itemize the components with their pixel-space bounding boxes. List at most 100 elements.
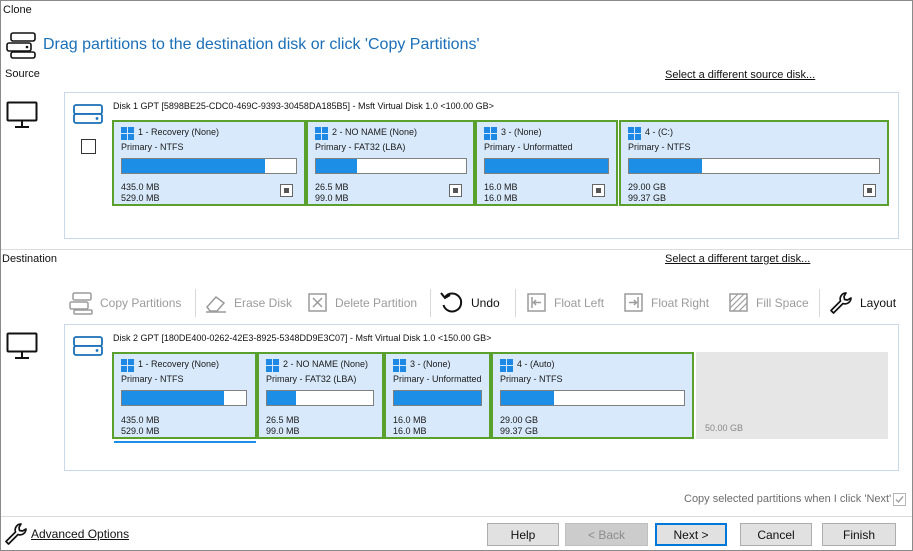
partition-type: Primary - NTFS [628, 142, 691, 152]
partition-total: 99.37 GB [628, 193, 667, 203]
windows-icon [266, 359, 280, 372]
toolbar-separator [819, 289, 820, 317]
partition-usage-bar [500, 390, 685, 406]
page-headline: Drag partitions to the destination disk … [43, 36, 480, 53]
source-label: Source [5, 68, 40, 80]
undo-button[interactable]: Undo [439, 286, 500, 320]
partition-usage-bar [315, 158, 467, 174]
partition-usage-fill [122, 159, 265, 173]
windows-icon [315, 127, 329, 140]
partition-usage-bar [628, 158, 880, 174]
source-disk-select-checkbox[interactable] [81, 139, 96, 154]
windows-icon [628, 127, 642, 140]
float-right-icon [624, 293, 643, 312]
finish-button[interactable]: Finish [822, 523, 896, 546]
windows-icon [484, 127, 498, 140]
erase-disk-label: Erase Disk [234, 296, 293, 310]
partition-used: 26.5 MB [315, 182, 349, 192]
partition-checkbox[interactable] [592, 184, 605, 197]
partition-used: 435.0 MB [121, 415, 160, 425]
unallocated-space[interactable]: 50.00 GB [696, 352, 888, 439]
partition-used: 29.00 GB [500, 415, 539, 425]
partition-used: 435.0 MB [121, 182, 160, 192]
partition-usage-fill [316, 159, 357, 173]
unallocated-size: 50.00 GB [705, 423, 744, 433]
partition-total: 16.0 MB [484, 193, 518, 203]
erase-disk-button[interactable]: Erase Disk [204, 286, 292, 320]
destination-disk-info: Disk 2 GPT [180DE400-0262-42E3-8925-5348… [113, 333, 492, 343]
partition-usage-bar [121, 158, 297, 174]
partition-title: 1 - Recovery (None) [138, 359, 220, 369]
back-button[interactable]: < Back [565, 523, 648, 546]
partition-usage-bar [393, 390, 482, 406]
partition-usage-fill [267, 391, 296, 405]
partition-usage-fill [485, 159, 608, 173]
partition-usage-fill [629, 159, 702, 173]
destination-partition-3[interactable]: 3 - (None) Primary - Unformatted 16.0 MB… [384, 352, 491, 439]
partition-used: 29.00 GB [628, 182, 667, 192]
delete-partition-button[interactable]: Delete Partition [307, 286, 417, 320]
toolbar-separator [195, 289, 196, 317]
source-partition-2[interactable]: 2 - NO NAME (None) Primary - FAT32 (LBA)… [306, 120, 475, 206]
source-computer-icon [6, 101, 38, 128]
partition-type: Primary - Unformatted [484, 142, 573, 152]
partition-total: 99.37 GB [500, 426, 539, 436]
partition-total: 529.0 MB [121, 426, 160, 436]
windows-icon [500, 359, 514, 372]
advanced-options-link[interactable]: Advanced Options [31, 527, 129, 541]
copy-option-label: Copy selected partitions when I click 'N… [684, 493, 892, 505]
copy-partitions-label: Copy Partitions [100, 296, 182, 310]
destination-partition-2[interactable]: 2 - NO NAME (None) Primary - FAT32 (LBA)… [257, 352, 384, 439]
partition-checkbox[interactable] [280, 184, 293, 197]
destination-disk-icon [73, 336, 103, 356]
windows-icon [121, 127, 135, 140]
destination-partition-1[interactable]: 1 - Recovery (None) Primary - NTFS 435.0… [112, 352, 257, 439]
help-button[interactable]: Help [487, 523, 559, 546]
source-partition-1[interactable]: 1 - Recovery (None) Primary - NTFS 435.0… [112, 120, 306, 206]
clone-disks-icon [6, 32, 36, 59]
window-title: Clone [3, 4, 32, 16]
partition-used: 16.0 MB [484, 182, 518, 192]
layout-label: Layout [860, 296, 897, 310]
partition-checkbox[interactable] [863, 184, 876, 197]
destination-computer-icon [6, 332, 38, 359]
partition-type: Primary - NTFS [121, 374, 184, 384]
destination-partition-4[interactable]: 4 - (Auto) Primary - NTFS 29.00 GB 99.37… [491, 352, 694, 439]
partition-usage-fill [394, 391, 481, 405]
fill-space-label: Fill Space [756, 296, 809, 310]
fill-space-icon [729, 293, 748, 312]
partition-usage-bar [121, 390, 247, 406]
partition-type: Primary - NTFS [121, 142, 184, 152]
partition-title: 4 - (Auto) [517, 359, 555, 369]
partition-title: 2 - NO NAME (None) [332, 127, 418, 137]
wrench-icon [830, 292, 852, 314]
fill-space-button[interactable]: Fill Space [728, 286, 809, 320]
copy-option-checkbox[interactable] [893, 493, 906, 506]
partition-usage-bar [484, 158, 609, 174]
delete-icon [308, 293, 327, 312]
destination-label: Destination [2, 253, 58, 265]
float-right-button[interactable]: Float Right [623, 286, 709, 320]
float-left-button[interactable]: Float Left [526, 286, 604, 320]
delete-partition-label: Delete Partition [335, 296, 418, 310]
copy-partitions-icon [69, 292, 93, 315]
source-partition-4[interactable]: 4 - (C:) Primary - NTFS 29.00 GB 99.37 G… [619, 120, 889, 206]
select-source-disk-link[interactable]: Select a different source disk... [665, 69, 815, 81]
partition-title: 3 - (None) [410, 359, 451, 369]
section-divider [0, 249, 913, 250]
partition-checkbox[interactable] [449, 184, 462, 197]
eraser-icon [206, 295, 226, 313]
partition-type: Primary - NTFS [500, 374, 563, 384]
next-button[interactable]: Next > [655, 523, 727, 546]
source-disk-info: Disk 1 GPT [5898BE25-CDC0-469C-9393-3045… [113, 101, 494, 111]
layout-button[interactable]: Layout [828, 286, 896, 320]
partition-title: 3 - (None) [501, 127, 542, 137]
partition-used: 16.0 MB [393, 415, 427, 425]
cancel-button[interactable]: Cancel [740, 523, 812, 546]
select-target-disk-link[interactable]: Select a different target disk... [665, 253, 810, 265]
copy-partitions-button[interactable]: Copy Partitions [68, 286, 181, 320]
toolbar-separator [430, 289, 431, 317]
source-partition-3[interactable]: 3 - (None) Primary - Unformatted 16.0 MB… [475, 120, 618, 206]
windows-icon [121, 359, 135, 372]
partition-total: 16.0 MB [393, 426, 427, 436]
